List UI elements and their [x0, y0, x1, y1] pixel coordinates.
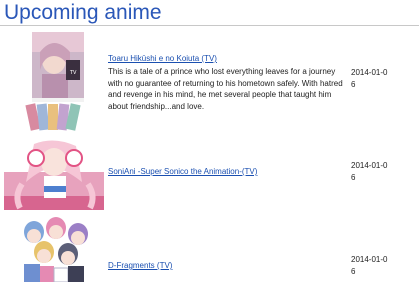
- cover-image[interactable]: TV: [4, 30, 104, 134]
- svg-text:TV: TV: [69, 70, 77, 76]
- air-date: 2014-01-06: [351, 161, 388, 182]
- air-date: 2014-01-06: [351, 68, 388, 89]
- anime-title-link[interactable]: D-Fragments (TV): [108, 261, 172, 271]
- cover-image[interactable]: [4, 138, 104, 210]
- page-title: Upcoming anime: [4, 1, 162, 24]
- cover-image[interactable]: [4, 214, 104, 282]
- anime-title-link[interactable]: SoniAni -Super Sonico the Animation-(TV): [108, 167, 257, 177]
- title-divider: [0, 25, 419, 26]
- anime-synopsis: This is a tale of a prince who lost ever…: [108, 67, 343, 111]
- anime-list-item: TV Toaru Hikūshi e no Koiuta (TV) This i…: [0, 30, 419, 134]
- anime-list-item: SoniAni -Super Sonico the Animation-(TV)…: [0, 138, 419, 210]
- anime-title-link[interactable]: Toaru Hikūshi e no Koiuta (TV): [108, 54, 217, 64]
- air-date: 2014-01-06: [351, 255, 388, 276]
- anime-list-item: D-Fragments (TV) 2014-01-06: [0, 214, 419, 282]
